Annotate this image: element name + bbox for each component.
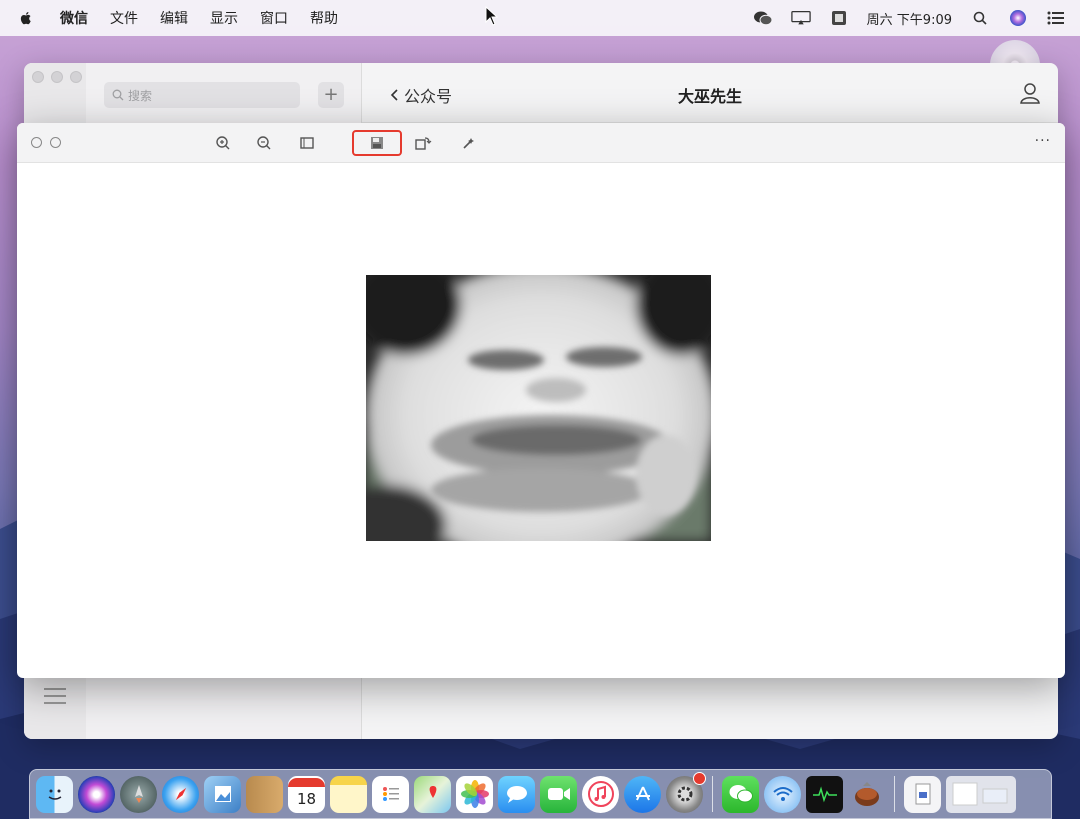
launchpad-icon[interactable] bbox=[120, 775, 157, 813]
finder-icon[interactable] bbox=[36, 775, 73, 813]
wifi-icon[interactable] bbox=[764, 775, 801, 813]
notes-icon[interactable] bbox=[330, 775, 367, 813]
viewer-window-controls bbox=[31, 137, 61, 148]
app-store-icon[interactable] bbox=[624, 775, 661, 813]
apple-icon[interactable] bbox=[18, 10, 34, 26]
viewer-toolbar: ··· bbox=[17, 123, 1065, 163]
preview-icon[interactable] bbox=[204, 775, 241, 813]
menu-app-name[interactable]: 微信 bbox=[60, 8, 88, 28]
save-button[interactable] bbox=[352, 130, 402, 156]
viewer-close-button[interactable] bbox=[31, 137, 42, 148]
zoom-in-icon[interactable] bbox=[212, 133, 234, 153]
downloads-icon[interactable] bbox=[946, 775, 1016, 813]
crop-icon[interactable] bbox=[296, 133, 318, 153]
search-placeholder: 搜索 bbox=[128, 88, 153, 103]
system-preferences-icon[interactable] bbox=[666, 771, 706, 813]
rotate-icon[interactable] bbox=[412, 133, 434, 153]
save-icon bbox=[371, 137, 383, 149]
siri-status-icon[interactable] bbox=[1008, 9, 1028, 27]
viewer-minimize-button[interactable] bbox=[50, 137, 61, 148]
reminders-icon[interactable] bbox=[372, 775, 409, 813]
displayed-image bbox=[366, 275, 711, 541]
image-viewer-window: ··· bbox=[17, 123, 1065, 678]
maps-icon[interactable] bbox=[414, 775, 451, 813]
close-window-button[interactable] bbox=[32, 71, 44, 83]
music-icon[interactable] bbox=[582, 775, 619, 813]
mouse-pointer-icon bbox=[485, 6, 499, 26]
notification-center-icon[interactable] bbox=[1046, 9, 1066, 27]
magic-wand-icon[interactable] bbox=[458, 133, 480, 153]
dock: 18 bbox=[29, 769, 1052, 819]
contacts-icon[interactable] bbox=[246, 775, 283, 813]
spotlight-search-icon[interactable] bbox=[970, 9, 990, 27]
activity-status-icon[interactable] bbox=[829, 9, 849, 27]
menu-view[interactable]: 显示 bbox=[210, 8, 238, 28]
wechat-status-icon[interactable] bbox=[753, 9, 773, 27]
menu-bar: 微信 文件 编辑 显示 窗口 帮助 周六 下午9:09 bbox=[0, 0, 1080, 36]
zoom-out-icon[interactable] bbox=[253, 133, 275, 153]
menu-edit[interactable]: 编辑 bbox=[160, 8, 188, 28]
add-chat-button[interactable]: + bbox=[318, 82, 344, 108]
zoom-window-button[interactable] bbox=[70, 71, 82, 83]
dock-separator-2 bbox=[894, 776, 895, 812]
activity-monitor-icon[interactable] bbox=[806, 775, 843, 813]
airplay-icon[interactable] bbox=[790, 9, 811, 27]
calendar-icon[interactable]: 18 bbox=[288, 775, 325, 813]
notification-badge bbox=[693, 771, 706, 785]
chat-title: 大巫先生 bbox=[677, 87, 742, 106]
menu-hamburger-icon[interactable] bbox=[44, 687, 66, 705]
facetime-icon[interactable] bbox=[540, 775, 577, 813]
chat-header: 公众号 大巫先生 bbox=[362, 63, 1058, 123]
safari-icon[interactable] bbox=[162, 775, 199, 813]
calendar-date: 18 bbox=[296, 789, 317, 808]
messages-icon[interactable] bbox=[498, 775, 535, 813]
window-controls bbox=[32, 71, 82, 83]
documents-icon[interactable] bbox=[904, 775, 941, 813]
siri-icon[interactable] bbox=[78, 775, 115, 813]
wechat-icon[interactable] bbox=[722, 775, 759, 813]
photos-icon[interactable] bbox=[456, 775, 493, 813]
search-icon bbox=[112, 89, 124, 101]
menu-window[interactable]: 窗口 bbox=[260, 8, 288, 28]
menu-clock[interactable]: 周六 下午9:09 bbox=[867, 9, 952, 28]
profile-icon[interactable] bbox=[1018, 81, 1042, 105]
menu-file[interactable]: 文件 bbox=[110, 8, 138, 28]
more-options-button[interactable]: ··· bbox=[1035, 133, 1051, 149]
menu-help[interactable]: 帮助 bbox=[310, 8, 338, 28]
wallet-icon[interactable] bbox=[848, 776, 885, 813]
minimize-window-button[interactable] bbox=[51, 71, 63, 83]
search-input[interactable]: 搜索 bbox=[104, 82, 300, 108]
dock-separator bbox=[712, 776, 713, 812]
